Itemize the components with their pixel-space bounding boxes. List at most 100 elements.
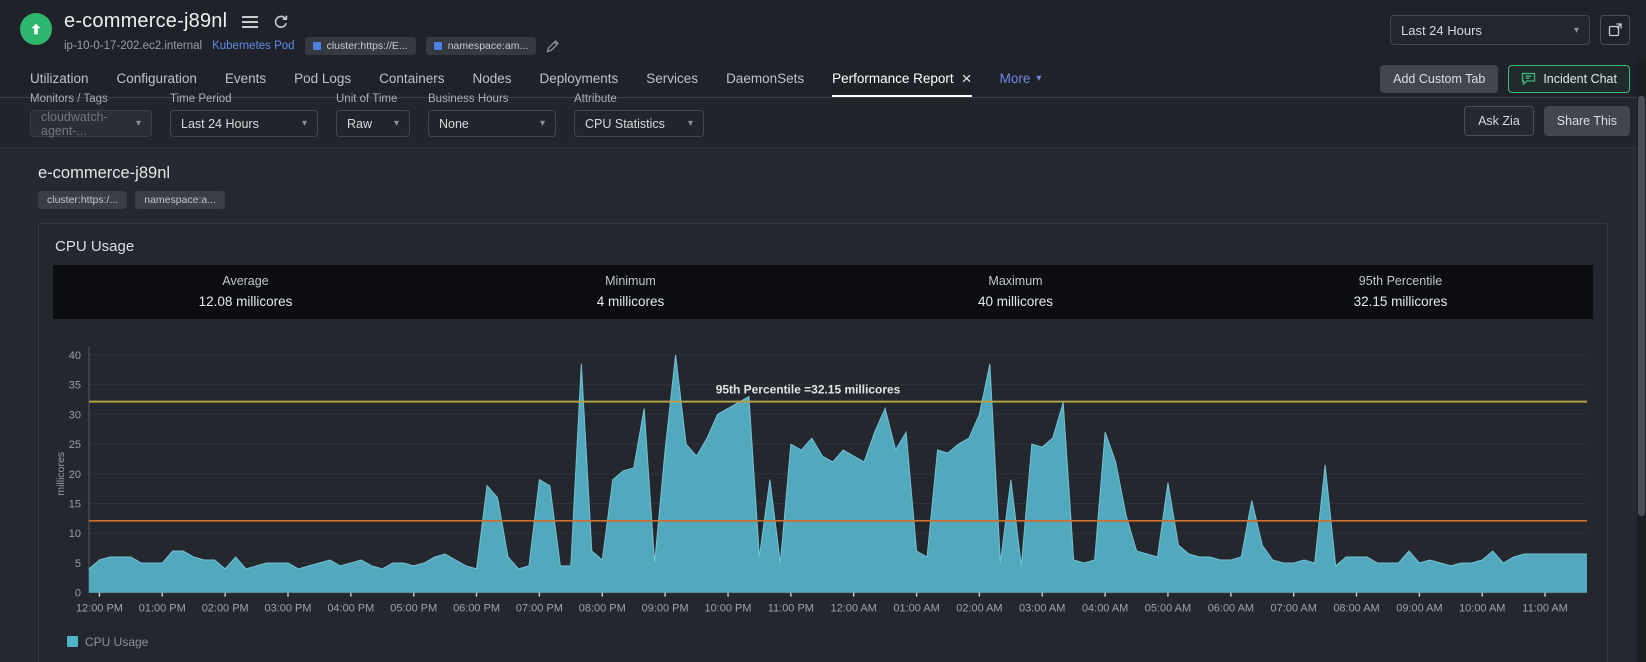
svg-text:40: 40 — [69, 350, 81, 362]
svg-text:95th Percentile =32.15 millico: 95th Percentile =32.15 millicores — [716, 383, 901, 397]
share-this-button[interactable]: Share This — [1543, 106, 1630, 136]
svg-text:05:00 PM: 05:00 PM — [390, 603, 437, 615]
cpu-stats-summary: Average 12.08 millicores Minimum 4 millicor… — [53, 265, 1593, 319]
monitoring-app-window: e-commerce-j89nl ip-10-0-17-202.ec2.inte… — [0, 0, 1646, 662]
svg-text:05:00 AM: 05:00 AM — [1145, 603, 1191, 615]
svg-text:09:00 AM: 09:00 AM — [1396, 603, 1442, 615]
svg-text:03:00 PM: 03:00 PM — [265, 603, 312, 615]
tag-chip-cluster: cluster:https://E... — [304, 37, 416, 55]
host-name: ip-10-0-17-202.ec2.internal — [64, 40, 203, 52]
svg-text:10: 10 — [69, 528, 81, 540]
stat-minimum: Minimum 4 millicores — [596, 274, 665, 309]
stat-average: Average 12.08 millicores — [198, 274, 293, 309]
report-monitor-title: e-commerce-j89nl — [38, 164, 171, 182]
legend-label: CPU Usage — [85, 634, 149, 649]
page-title: e-commerce-j89nl — [64, 10, 228, 32]
tab-bar: Utilization Configuration Events Pod Logs Co… — [0, 60, 1646, 97]
scrollbar-thumb[interactable] — [1638, 96, 1645, 516]
svg-text:35: 35 — [69, 380, 81, 392]
svg-text:04:00 PM: 04:00 PM — [327, 603, 374, 615]
filter-select[interactable]: Raw ▾ — [336, 110, 410, 137]
report-tag-chip: cluster:https:/... — [38, 191, 128, 209]
refresh-icon[interactable] — [273, 14, 289, 30]
ask-zia-button[interactable]: Ask Zia — [1464, 106, 1534, 136]
report-tag-chip: namespace:a... — [135, 191, 225, 209]
monitor-type-link[interactable]: Kubernetes Pod — [212, 40, 294, 52]
chevron-down-icon: ▾ — [687, 118, 693, 129]
chevron-down-icon: ▾ — [393, 118, 399, 129]
incident-chat-button[interactable]: Incident Chat — [1508, 64, 1630, 93]
chevron-down-icon: ▾ — [135, 118, 141, 129]
tab-pod-logs[interactable]: Pod Logs — [294, 60, 351, 97]
svg-text:08:00 AM: 08:00 AM — [1333, 603, 1379, 615]
tab-containers[interactable]: Containers — [379, 60, 444, 97]
filter-business-hours: Business Hours None ▾ — [428, 93, 556, 137]
report-content: e-commerce-j89nl cluster:https:/... names… — [0, 148, 1646, 662]
tab-performance-report[interactable]: Performance Report × — [832, 60, 972, 97]
svg-text:04:00 AM: 04:00 AM — [1082, 603, 1128, 615]
tab-daemonsets[interactable]: DaemonSets — [726, 60, 804, 97]
svg-text:02:00 AM: 02:00 AM — [956, 603, 1002, 615]
page-scrollbar[interactable] — [1637, 60, 1646, 662]
tab-services[interactable]: Services — [646, 60, 698, 97]
add-custom-tab-button[interactable]: Add Custom Tab — [1380, 64, 1499, 93]
svg-text:06:00 AM: 06:00 AM — [1208, 603, 1254, 615]
tab-deployments[interactable]: Deployments — [540, 60, 619, 97]
tab-more-dropdown[interactable]: More ▾ — [1000, 60, 1042, 97]
svg-text:08:00 PM: 08:00 PM — [579, 603, 626, 615]
filter-monitors-tags: Monitors / Tags cloudwatch-agent-... ▾ — [30, 93, 152, 138]
filter-select[interactable]: cloudwatch-agent-... ▾ — [30, 110, 152, 138]
close-tab-icon[interactable]: × — [962, 70, 972, 87]
svg-text:12:00 PM: 12:00 PM — [76, 603, 123, 615]
svg-text:11:00 PM: 11:00 PM — [768, 603, 814, 615]
svg-text:millicores: millicores — [56, 452, 67, 496]
tag-color-square — [312, 42, 321, 50]
filter-unit-of-time: Unit of Time Raw ▾ — [336, 93, 410, 137]
svg-text:15: 15 — [69, 499, 81, 511]
tab-events[interactable]: Events — [225, 60, 266, 97]
svg-text:11:00 AM: 11:00 AM — [1522, 603, 1568, 615]
chevron-down-icon: ▾ — [1036, 73, 1042, 84]
cpu-usage-chart[interactable]: 0 5 10 15 20 25 30 35 40 95th Percentile =32.15 m… — [53, 333, 1593, 633]
chevron-down-icon: ▾ — [301, 118, 307, 129]
tag-chip-namespace: namespace:am... — [425, 37, 537, 55]
filter-attribute: Attribute CPU Statistics ▾ — [574, 93, 704, 137]
report-tag-list: cluster:https:/... namespace:a... — [38, 191, 1608, 209]
filter-select[interactable]: CPU Statistics ▾ — [574, 110, 704, 137]
legend-swatch — [67, 636, 78, 648]
svg-text:5: 5 — [75, 558, 81, 570]
edit-tags-icon[interactable] — [546, 39, 560, 53]
hamburger-menu-icon[interactable] — [241, 15, 259, 29]
tab-configuration[interactable]: Configuration — [117, 60, 197, 97]
tab-list: Utilization Configuration Events Pod Logs Co… — [30, 60, 1041, 97]
monitor-status-up-icon — [20, 13, 52, 45]
svg-text:01:00 PM: 01:00 PM — [139, 603, 186, 615]
stat-95th-percentile: 95th Percentile 32.15 millicores — [1353, 274, 1448, 309]
chart-legend: CPU Usage — [53, 633, 1593, 657]
svg-text:03:00 AM: 03:00 AM — [1019, 603, 1065, 615]
tag-color-square — [433, 42, 442, 50]
svg-text:07:00 PM: 07:00 PM — [516, 603, 563, 615]
svg-text:01:00 AM: 01:00 AM — [893, 603, 939, 615]
svg-text:12:00 AM: 12:00 AM — [830, 603, 876, 615]
tab-utilization[interactable]: Utilization — [30, 60, 89, 97]
filter-select[interactable]: Last 24 Hours ▾ — [170, 110, 318, 137]
pop-out-report-icon-button[interactable] — [1600, 15, 1630, 45]
tab-nodes[interactable]: Nodes — [472, 60, 511, 97]
svg-text:25: 25 — [69, 439, 81, 451]
filter-select[interactable]: None ▾ — [428, 110, 556, 137]
header: e-commerce-j89nl ip-10-0-17-202.ec2.inte… — [0, 0, 1646, 60]
chart-title: CPU Usage — [55, 238, 135, 255]
svg-text:30: 30 — [69, 409, 81, 421]
svg-text:02:00 PM: 02:00 PM — [202, 603, 249, 615]
global-time-range-select[interactable]: Last 24 Hours ▾ — [1390, 15, 1590, 45]
filter-time-period: Time Period Last 24 Hours ▾ — [170, 93, 318, 137]
svg-text:0: 0 — [75, 588, 81, 600]
cpu-usage-card: CPU Usage Average 12.08 millicores Minimum… — [38, 223, 1608, 662]
svg-text:06:00 PM: 06:00 PM — [453, 603, 500, 615]
svg-text:09:00 PM: 09:00 PM — [642, 603, 689, 615]
chevron-down-icon: ▾ — [539, 118, 545, 129]
chevron-down-icon: ▾ — [1573, 24, 1579, 36]
svg-text:20: 20 — [69, 469, 81, 481]
svg-text:10:00 PM: 10:00 PM — [705, 603, 752, 615]
